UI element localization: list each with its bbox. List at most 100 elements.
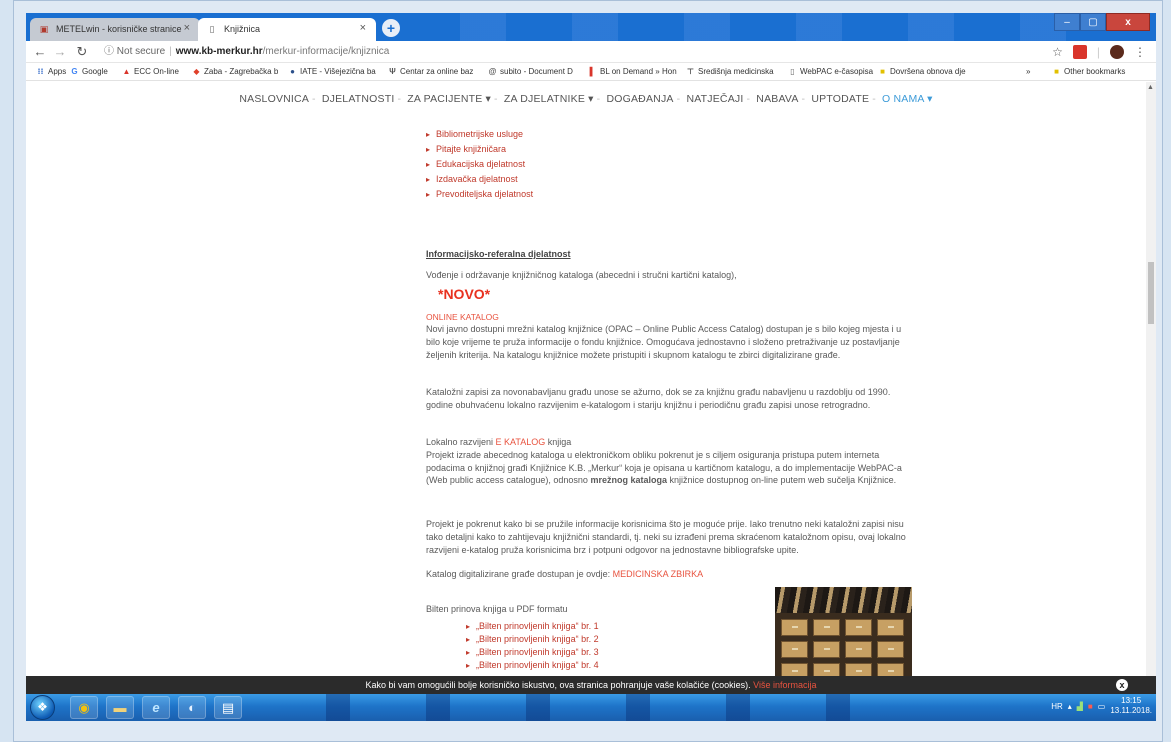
profile-avatar-icon[interactable] <box>1110 45 1124 59</box>
bookmark-label: IATE - Višejezična ba <box>300 67 376 76</box>
url-separator: | <box>169 46 172 57</box>
close-tab-icon[interactable]: × <box>184 22 190 34</box>
cookie-close-button[interactable]: x <box>1116 679 1128 691</box>
tab-metelwin[interactable]: ▣ METELwin - korisničke stranice × <box>30 18 200 41</box>
link-edukacijska[interactable]: Edukacijska djelatnost <box>426 157 533 172</box>
internet-explorer-icon[interactable]: e <box>142 696 170 719</box>
bookmark-centar[interactable]: Ψ Centar za online baz <box>388 67 473 76</box>
explorer-folder-icon[interactable]: ▬ <box>106 696 134 719</box>
bilten-link-4[interactable]: „Bilten prinovljenih knjiga“ br. 4 <box>466 659 599 672</box>
page-scrollbar[interactable]: ▲ <box>1146 82 1156 676</box>
scroll-up-icon[interactable]: ▲ <box>1147 84 1154 91</box>
link-izdavacka[interactable]: Izdavačka djelatnost <box>426 172 533 187</box>
catalog-drawer <box>781 663 808 676</box>
catalog-drawer <box>781 619 808 636</box>
scroll-thumb[interactable] <box>1148 262 1154 324</box>
bookmark-label: Apps <box>48 67 67 76</box>
catalog-drawer <box>813 619 840 636</box>
maximize-button[interactable]: ▢ <box>1080 13 1106 31</box>
star-icon[interactable]: ☆ <box>1052 44 1063 60</box>
ekatalog-post: knjiga <box>545 437 572 447</box>
card-catalog-photo <box>775 587 912 676</box>
nav-dogadanja[interactable]: DOGAĐANJA <box>606 93 673 105</box>
back-arrow-icon[interactable]: ← <box>32 44 48 60</box>
forward-arrow-icon[interactable]: → <box>52 44 68 60</box>
bilten-link-2[interactable]: „Bilten prinovljenih knjiga“ br. 2 <box>466 633 599 646</box>
bookmark-ecc[interactable]: ▲ ECC On-line <box>122 67 179 76</box>
ekatalog-link[interactable]: E KATALOG <box>496 437 546 447</box>
app-circle-icon[interactable]: ◐ <box>178 696 206 719</box>
link-pitajte[interactable]: Pitajte knjižničara <box>426 142 533 157</box>
nav-za-pacijente[interactable]: ZA PACIJENTE ▾ <box>407 93 491 105</box>
extension-red-icon[interactable] <box>1072 45 1087 59</box>
bookmark-subito[interactable]: @ subito - Document D <box>488 67 573 76</box>
bookmark-dovrsena[interactable]: ■ Dovršena obnova dje <box>878 67 966 76</box>
nav-uptodate[interactable]: UPTODATE <box>811 93 869 105</box>
digital-paragraph: Katalog digitalizirane građe dostupan je… <box>426 568 916 581</box>
photo-shelf <box>775 587 912 613</box>
catalog-drawer <box>813 663 840 676</box>
catalog-drawer <box>845 641 872 658</box>
language-indicator[interactable]: HR <box>1051 702 1063 711</box>
nav-za-djelatnike[interactable]: ZA DJELATNIKE ▾ <box>504 93 594 105</box>
web-page: NASLOVNICA - DJELATNOSTI - ZA PACIJENTE ▾ -… <box>26 82 1146 676</box>
menu-kebab-icon[interactable]: ⋮ <box>1134 44 1146 60</box>
nav-djelatnosti[interactable]: DJELATNOSTI <box>322 93 395 105</box>
link-prevoditeljska[interactable]: Prevoditeljska djelatnost <box>426 187 533 202</box>
mreznog-kataloga: mrežnog kataloga <box>590 475 667 486</box>
nav-sep: - <box>872 93 876 105</box>
ekatalog-body-b: knjižnice dostupnog on-line putem web su… <box>666 475 897 486</box>
network-icon[interactable]: ▟ <box>1077 702 1083 711</box>
bookmark-label: Google <box>82 67 108 76</box>
tray-expand-icon[interactable]: ▴ <box>1068 702 1072 711</box>
bookmark-label: WebPAC e-časopisa <box>800 67 874 76</box>
security-icon[interactable]: ■ <box>1088 702 1093 711</box>
ekatalog-pre: Lokalno razvijeni <box>426 437 496 447</box>
bookmark-iate[interactable]: ● IATE - Višejezična ba <box>288 67 376 76</box>
tab-knjiznica[interactable]: ▯ Knjižnica × <box>198 18 376 41</box>
window-controls: – ▢ x <box>1054 13 1150 31</box>
cookie-more-link[interactable]: Više informacija <box>753 680 816 690</box>
catalog-drawer <box>877 619 904 636</box>
start-button[interactable]: ❖ <box>30 695 55 720</box>
catalog-drawer <box>877 663 904 676</box>
new-tab-button[interactable]: + <box>382 19 400 37</box>
nav-o-nama[interactable]: O NAMA ▾ <box>882 93 933 105</box>
opac-paragraph: Novi javno dostupni mrežni katalog knjiž… <box>426 324 902 360</box>
ekatalog-paragraph: Lokalno razvijeni E KATALOG knjiga Proje… <box>426 436 916 487</box>
address-bar[interactable]: ⓘ Not secure | www.kb-merkur.hr/merkur-inf… <box>104 43 1004 61</box>
close-tab-icon[interactable]: × <box>360 22 366 34</box>
cookie-text: Kako bi vam omogućili bolje korisničko i… <box>365 680 751 690</box>
url-host: www.kb-merkur.hr <box>175 46 263 57</box>
other-bookmarks[interactable]: ■ Other bookmarks <box>1052 67 1125 76</box>
bilten-link-1[interactable]: „Bilten prinovljenih knjiga“ br. 1 <box>466 620 599 633</box>
nav-nabava[interactable]: NABAVA <box>756 93 798 105</box>
reload-icon[interactable]: ↻ <box>74 44 90 60</box>
chrome-icon[interactable]: ◉ <box>70 696 98 719</box>
bookmark-bl[interactable]: ▌ BL on Demand » Hon <box>588 67 677 76</box>
battery-icon[interactable]: ▭ <box>1098 702 1106 711</box>
close-window-button[interactable]: x <box>1106 13 1150 31</box>
bookmark-zaba[interactable]: ◆ Zaba - Zagrebačka b <box>192 67 278 76</box>
info-icon[interactable]: ⓘ <box>104 46 114 57</box>
bookmark-google[interactable]: G Google <box>70 67 108 76</box>
medicinska-zbirka-link[interactable]: MEDICINSKA ZBIRKA <box>613 569 704 579</box>
zaba-icon: ◆ <box>193 67 200 76</box>
minimize-button[interactable]: – <box>1054 13 1080 31</box>
bookmark-apps[interactable]: ⁝⁝ Apps <box>36 67 66 76</box>
bookmark-webpac[interactable]: ▯ WebPAC e-časopisa <box>788 67 873 76</box>
document-icon[interactable]: ▤ <box>214 696 242 719</box>
nav-natjecaji[interactable]: NATJEČAJI <box>686 93 743 105</box>
cookie-bar: Kako bi vam omogućili bolje korisničko i… <box>26 676 1156 694</box>
online-katalog-link[interactable]: ONLINE KATALOG <box>426 311 499 324</box>
page-icon: ▯ <box>209 24 215 34</box>
bookmark-label: ECC On-line <box>134 67 179 76</box>
bilten-link-3[interactable]: „Bilten prinovljenih knjiga“ br. 3 <box>466 646 599 659</box>
catalog-drawer <box>877 641 904 658</box>
bookmark-smk[interactable]: ⊤ Središnja medicinska <box>686 67 774 76</box>
more-bookmarks-button[interactable]: » <box>1026 67 1030 76</box>
link-bibliometrijske[interactable]: Bibliometrijske usluge <box>426 127 533 142</box>
nav-naslovnica[interactable]: NASLOVNICA <box>239 93 309 105</box>
clock[interactable]: 13:15 13.11.2018. <box>1110 696 1152 716</box>
smk-icon: ⊤ <box>686 67 695 76</box>
